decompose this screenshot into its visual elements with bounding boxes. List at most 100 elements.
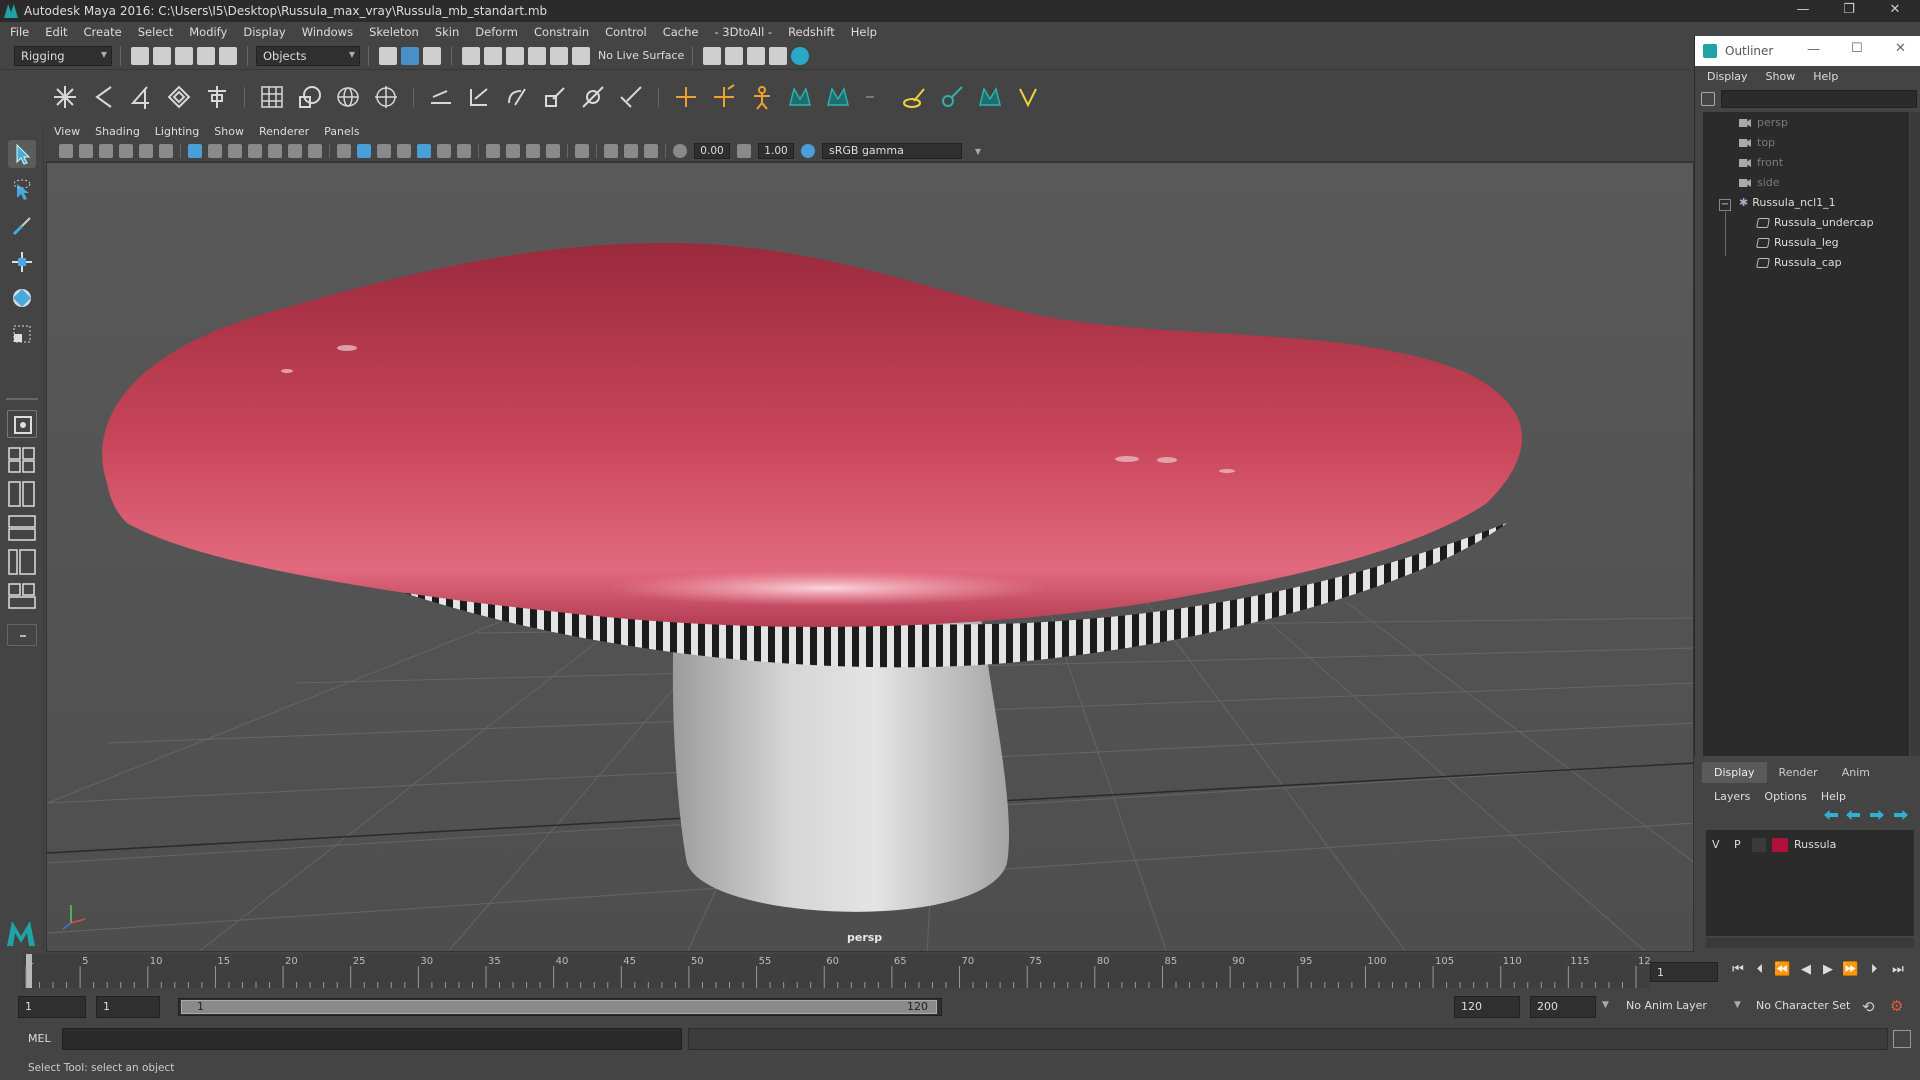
outliner-menu-show[interactable]: Show (1766, 70, 1796, 83)
layer-display-type[interactable] (1752, 838, 1766, 852)
move-layer-down-icon[interactable] (1846, 810, 1860, 820)
ik-handle-icon[interactable] (89, 83, 117, 111)
playback-start-field[interactable]: 1 (96, 996, 160, 1018)
playback-end-field[interactable]: 120 (1454, 996, 1520, 1018)
maya-tool-b-icon[interactable] (824, 83, 852, 111)
outliner-vertical-scrollbar[interactable] (1910, 112, 1920, 776)
command-language-label[interactable]: MEL (28, 1032, 51, 1045)
default-material-icon[interactable] (377, 143, 391, 158)
step-back-frame-icon[interactable]: ⏴ (1752, 962, 1768, 978)
layer-color-swatch[interactable] (1772, 838, 1788, 852)
anim-prefs-icon[interactable]: ⚙ (1890, 997, 1903, 1015)
paint-select-icon[interactable] (8, 212, 36, 240)
gamma-icon[interactable] (737, 143, 751, 158)
chevron-tool-icon[interactable] (1014, 83, 1042, 111)
menu-help[interactable]: Help (851, 25, 877, 39)
brush-tool-icon[interactable] (938, 83, 966, 111)
select-object-icon[interactable] (401, 46, 419, 65)
motion-blur-icon[interactable] (506, 143, 520, 158)
step-forward-key-icon[interactable]: ⏩ (1842, 962, 1858, 978)
select-camera-icon[interactable] (59, 143, 73, 158)
tree-item-side[interactable]: side (1739, 176, 1780, 194)
render-frame-icon[interactable] (725, 46, 744, 65)
layer-list-scrollbar[interactable] (1706, 938, 1914, 948)
constraint-parent-icon[interactable] (427, 83, 455, 111)
image-plane-icon[interactable] (119, 143, 133, 158)
redo-icon[interactable] (219, 46, 237, 65)
menu-skeleton[interactable]: Skeleton (369, 25, 419, 39)
move-layer-up-icon[interactable] (1824, 810, 1838, 820)
animation-end-field[interactable]: 200 (1530, 996, 1596, 1018)
grid-toggle-icon[interactable] (188, 143, 202, 158)
wireframe-icon[interactable] (337, 143, 351, 158)
current-frame-field[interactable]: 1 (1650, 962, 1718, 982)
outliner-filter-icon[interactable] (1701, 92, 1715, 106)
tab-anim[interactable]: Anim (1830, 762, 1882, 783)
layer-visibility-toggle[interactable]: V (1712, 838, 1720, 851)
camera-attributes-icon[interactable] (79, 143, 93, 158)
viewport-persp[interactable] (46, 162, 1694, 952)
snap-point-icon[interactable] (506, 46, 524, 65)
screen-space-ao-icon[interactable] (486, 143, 500, 158)
empty-slot-icon[interactable] (862, 83, 890, 111)
menu-constrain[interactable]: Constrain (534, 25, 589, 39)
open-scene-icon[interactable] (153, 46, 171, 65)
render-settings-icon[interactable] (703, 46, 722, 65)
xray-active-components-icon[interactable] (624, 143, 638, 158)
range-options-chevron-icon[interactable]: ▼ (1602, 1000, 1609, 1010)
safe-action-icon[interactable] (288, 143, 302, 158)
constraint-pole-icon[interactable] (617, 83, 645, 111)
four-pane-layout-icon[interactable] (7, 446, 37, 474)
constraint-orient-icon[interactable] (503, 83, 531, 111)
render-view-icon[interactable] (769, 46, 788, 65)
exposure-field[interactable]: 0.00 (694, 142, 730, 159)
select-component-icon[interactable] (423, 46, 441, 65)
tab-render[interactable]: Render (1767, 762, 1830, 783)
outliner-persp-layout-icon[interactable] (7, 548, 37, 576)
vp-menu-shading[interactable]: Shading (95, 125, 140, 138)
time-slider[interactable]: 1 5 10 15 20 25 30 35 40 45 50 55 60 65 70 75 80 85 90 95 10… (22, 952, 1657, 990)
play-forwards-icon[interactable]: ▶ (1820, 962, 1836, 978)
vp-menu-panels[interactable]: Panels (324, 125, 359, 138)
smooth-shade-icon[interactable] (357, 143, 371, 158)
hypershade-icon[interactable] (791, 46, 810, 65)
scale-tool-icon[interactable] (8, 320, 36, 348)
new-layer-selected-icon[interactable] (1894, 810, 1908, 820)
grease-pencil-icon[interactable] (159, 143, 173, 158)
multisample-aa-icon[interactable] (526, 143, 540, 158)
menu-display[interactable]: Display (243, 25, 285, 39)
view-transform-dropdown[interactable]: sRGB gamma (822, 142, 981, 159)
bookmark-icon[interactable] (99, 143, 113, 158)
shadows-icon[interactable] (457, 143, 471, 158)
outliner-close-button[interactable]: ✕ (1895, 41, 1906, 56)
close-button[interactable]: ✕ (1872, 0, 1918, 22)
outliner-search-input[interactable] (1721, 90, 1917, 108)
constraint-point-icon[interactable] (465, 83, 493, 111)
le-menu-options[interactable]: Options (1764, 790, 1806, 803)
anim-layer-chevron-icon[interactable]: ▼ (1734, 1000, 1741, 1010)
tab-display[interactable]: Display (1702, 762, 1767, 783)
snap-grid-icon[interactable] (462, 46, 480, 65)
locator-icon[interactable] (672, 83, 700, 111)
save-scene-icon[interactable] (175, 46, 193, 65)
snap-magnet-icon[interactable] (572, 46, 590, 65)
menu-redshift[interactable]: Redshift (788, 25, 835, 39)
maya-tool-a-icon[interactable] (786, 83, 814, 111)
constraint-scale-icon[interactable] (541, 83, 569, 111)
maya-home-icon[interactable] (4, 916, 38, 950)
menu-cache[interactable]: Cache (663, 25, 699, 39)
tree-item-cap[interactable]: Russula_cap (1756, 256, 1842, 274)
layout-more-button[interactable] (7, 624, 37, 646)
bind-skin-icon[interactable] (203, 83, 231, 111)
outliner-menu-display[interactable]: Display (1707, 70, 1748, 83)
vp-menu-view[interactable]: View (54, 125, 80, 138)
menu-control[interactable]: Control (605, 25, 647, 39)
command-input[interactable] (62, 1028, 682, 1050)
minimize-button[interactable]: — (1780, 0, 1826, 22)
tree-item-front[interactable]: front (1739, 156, 1783, 174)
stacked-layout-icon[interactable] (7, 514, 37, 542)
skeleton-locator-icon[interactable] (710, 83, 738, 111)
snap-view-icon[interactable] (528, 46, 546, 65)
outliner-minimize-button[interactable]: — (1807, 42, 1820, 57)
menu-create[interactable]: Create (84, 25, 122, 39)
